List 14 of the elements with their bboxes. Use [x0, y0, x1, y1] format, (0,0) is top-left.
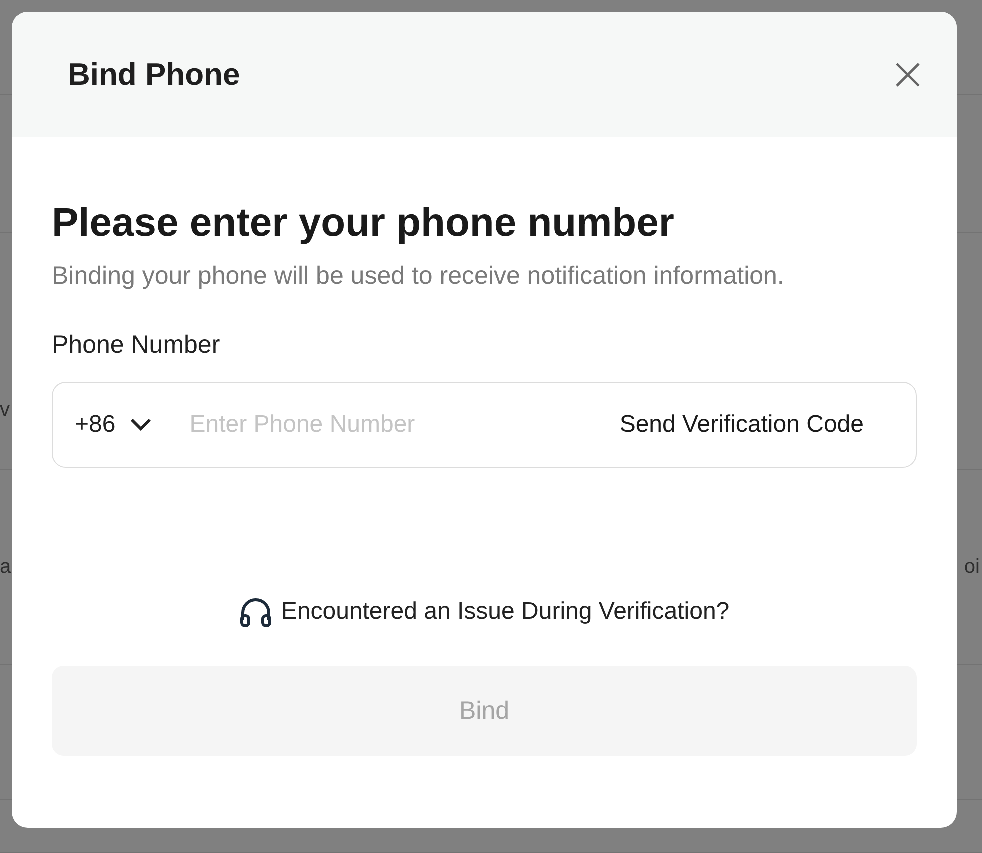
headset-icon [239, 596, 274, 628]
field-label: Phone Number [52, 331, 222, 360]
dialog-title: Bind Phone [68, 56, 240, 92]
country-code-select[interactable]: +86 [75, 411, 152, 439]
chevron-down-icon [130, 418, 152, 432]
send-code-button[interactable]: Send Verification Code [620, 411, 864, 439]
background-text: a [0, 556, 12, 578]
help-link[interactable]: Encountered an Issue During Verification? [239, 596, 730, 628]
subtitle: Binding your phone will be used to receive notification information. [52, 262, 786, 291]
background-text: oi [964, 556, 981, 578]
phone-field[interactable]: +86 Enter Phone Number Send Verification Code [52, 382, 917, 468]
heading: Please enter your phone number [52, 201, 676, 246]
close-icon [895, 62, 921, 88]
background-text: v [0, 398, 10, 422]
